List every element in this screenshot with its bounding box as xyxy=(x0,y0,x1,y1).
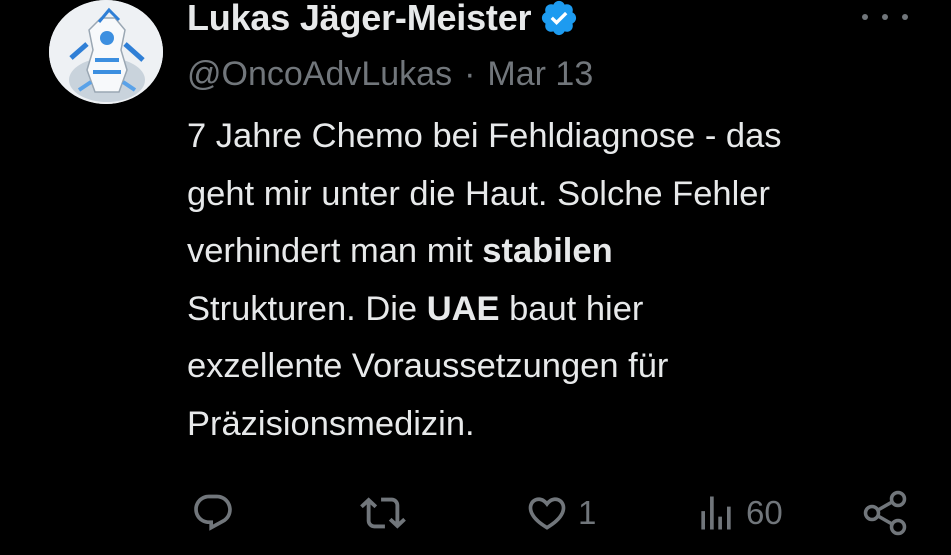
like-button[interactable]: 1 xyxy=(524,488,596,538)
tweet-text-segment: verhindert man mit xyxy=(187,232,483,270)
retweet-icon xyxy=(360,497,406,529)
tweet-line: geht mir unter die Haut. Solche Fehler xyxy=(187,174,770,213)
tweet-bold-text: UAE xyxy=(426,289,500,328)
tweet-line: Präzisionsmedizin. xyxy=(187,404,475,443)
more-dot xyxy=(882,14,888,20)
tweet-line: Strukturen. Die UAE baut hier xyxy=(187,281,927,339)
tweet-date[interactable]: Mar 13 xyxy=(487,55,593,94)
like-count: 1 xyxy=(578,494,597,531)
tweet-text: 7 Jahre Chemo bei Fehldiagnose - das geh… xyxy=(187,108,927,453)
verified-badge-icon[interactable] xyxy=(539,0,579,38)
more-dot xyxy=(902,14,908,20)
share-button[interactable] xyxy=(860,488,910,538)
tweet-line: verhindert man mit stabilen xyxy=(187,223,927,281)
reply-button[interactable] xyxy=(190,488,236,538)
more-options-icon[interactable] xyxy=(862,4,908,30)
views-icon xyxy=(701,496,731,530)
tweet-line: 7 Jahre Chemo bei Fehldiagnose - das xyxy=(187,117,782,155)
views-button[interactable]: 60 xyxy=(694,488,783,538)
tweet-text-segment: baut hier xyxy=(499,289,644,328)
meta-separator: · xyxy=(464,54,476,93)
views-count: 60 xyxy=(746,494,783,531)
avatar-image xyxy=(49,0,163,104)
reply-icon xyxy=(194,494,232,531)
heart-icon xyxy=(528,497,566,530)
author-handle[interactable]: @OncoAdvLukas xyxy=(187,55,452,94)
tweet-bold-text: stabilen xyxy=(482,232,613,270)
avatar[interactable] xyxy=(49,0,163,104)
share-icon xyxy=(863,490,907,536)
more-dot xyxy=(862,14,868,20)
author-display-name[interactable]: Lukas Jäger-Meister xyxy=(187,0,532,39)
tweet-line: exzellente Voraussetzungen für xyxy=(187,347,669,385)
tweet-text-segment: Strukturen. Die xyxy=(187,289,427,328)
retweet-button[interactable] xyxy=(357,488,409,538)
